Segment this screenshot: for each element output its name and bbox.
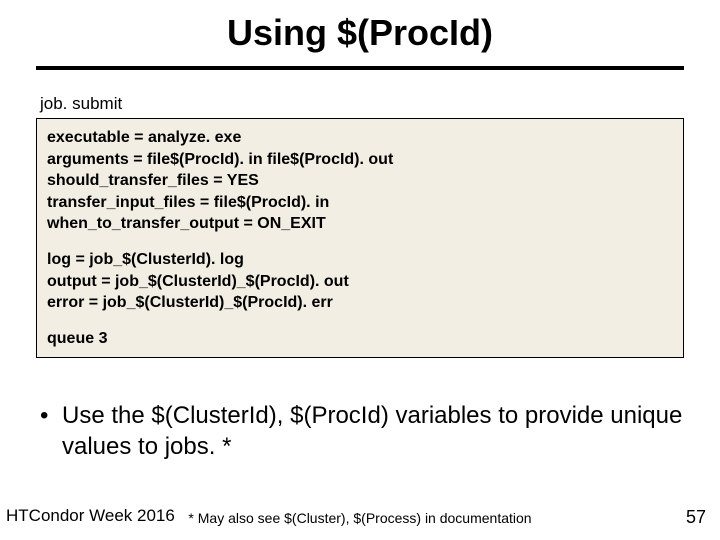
bullet-list: Use the $(ClusterId), $(ProcId) variable… xyxy=(36,400,684,462)
page-title: Using $(ProcId) xyxy=(0,12,720,54)
code-line: when_to_transfer_output = ON_EXIT xyxy=(47,213,673,235)
code-line: arguments = file$(ProcId). in file$(Proc… xyxy=(47,149,673,171)
page-number: 57 xyxy=(686,507,706,528)
submit-file-box: executable = analyze. exe arguments = fi… xyxy=(36,118,684,358)
bullet-text: Use the xyxy=(62,402,151,429)
title-rule xyxy=(36,66,684,70)
bullet-text: , xyxy=(277,402,290,429)
blank-line xyxy=(47,235,673,249)
code-line: log = job_$(ClusterId). log xyxy=(47,249,673,271)
var-procid: $(ProcId) xyxy=(290,402,389,429)
blank-line xyxy=(47,314,673,328)
code-line: executable = analyze. exe xyxy=(47,127,673,149)
footnote: * May also see $(Cluster), $(Process) in… xyxy=(0,510,720,526)
code-line: error = job_$(ClusterId)_$(ProcId). err xyxy=(47,292,673,314)
code-line: transfer_input_files = file$(ProcId). in xyxy=(47,192,673,214)
code-line: should_transfer_files = YES xyxy=(47,170,673,192)
code-line: queue 3 xyxy=(47,328,673,350)
var-clusterid: $(ClusterId) xyxy=(151,402,276,429)
slide: Using $(ProcId) job. submit executable =… xyxy=(0,0,720,540)
filename-label: job. submit xyxy=(40,94,122,114)
bullet-item: Use the $(ClusterId), $(ProcId) variable… xyxy=(36,400,684,462)
code-line: output = job_$(ClusterId)_$(ProcId). out xyxy=(47,271,673,293)
